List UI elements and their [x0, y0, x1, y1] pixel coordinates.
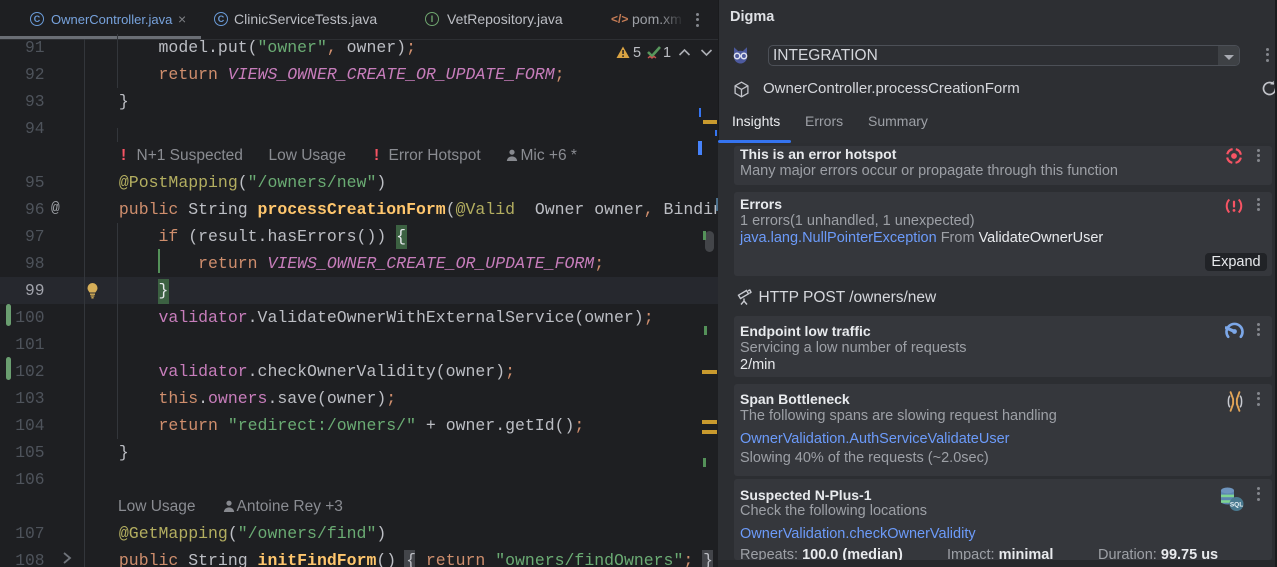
svg-text:SQL: SQL	[1230, 502, 1243, 509]
